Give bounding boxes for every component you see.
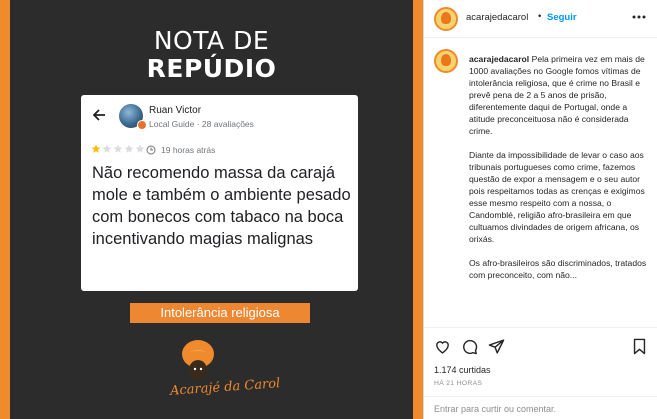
profile-avatar[interactable] <box>434 7 458 31</box>
comment-icon[interactable] <box>461 338 478 355</box>
reviewer-avatar <box>119 104 147 130</box>
follow-button[interactable]: Seguir <box>547 12 577 23</box>
post-date: HÁ 21 HORAS <box>434 380 483 387</box>
caption-username[interactable]: acarajedacarol <box>469 54 529 64</box>
share-icon[interactable] <box>488 338 505 355</box>
caption-paragraph-2: Diante da impossibilidade de levar o cas… <box>469 150 645 244</box>
profile-username[interactable]: acarajedacarol <box>466 12 528 23</box>
bookmark-icon[interactable] <box>631 338 648 355</box>
clock-icon <box>146 145 156 155</box>
star-empty-icon <box>102 144 112 153</box>
caption-area: acarajedacarol Pela primeira vez em mais… <box>424 39 657 326</box>
heart-icon[interactable] <box>434 338 451 355</box>
caption: acarajedacarol Pela primeira vez em mais… <box>469 53 653 293</box>
back-arrow-icon <box>92 109 105 121</box>
review-text: Não recomendo massa da carajá mole e tam… <box>92 164 351 248</box>
local-guide-badge-icon <box>137 120 147 130</box>
likes-count[interactable]: 1.174 curtidas <box>434 365 491 375</box>
star-empty-icon <box>113 144 123 153</box>
headline-line-1: NOTA DE <box>153 26 270 55</box>
more-horizontal-icon[interactable] <box>631 12 647 22</box>
review-card: Ruan Victor Local Guide · 28 avaliações … <box>81 95 358 291</box>
star-empty-icon <box>124 144 134 153</box>
post-header: acarajedacarol • Seguir <box>424 0 657 38</box>
intolerance-label: Intolerância religiosa <box>130 303 310 323</box>
caption-avatar[interactable] <box>434 49 458 73</box>
star-rating <box>91 144 145 154</box>
headline-line-2: REPÚDIO <box>146 54 277 83</box>
comment-input[interactable] <box>434 401 648 417</box>
caption-text-1: Pela primeira vez em mais de 1000 avalia… <box>469 54 645 136</box>
star-filled-icon <box>91 144 101 153</box>
header-separator: • <box>538 11 542 22</box>
review-time: 19 horas atrás <box>161 145 216 155</box>
post-image[interactable]: NOTA DE REPÚDIO Ruan Victor Local Guide … <box>0 0 423 419</box>
reviewer-meta: Local Guide · 28 avaliações <box>149 119 254 129</box>
caption-paragraph-1: acarajedacarol Pela primeira vez em mais… <box>469 53 653 137</box>
action-bar <box>424 327 657 361</box>
reviewer-name: Ruan Victor <box>149 105 202 116</box>
comment-bar <box>424 396 657 419</box>
caption-paragraph-3: Os afro-brasileiros são discriminados, t… <box>469 258 647 280</box>
star-empty-icon <box>135 144 145 153</box>
post-side-panel: acarajedacarol • Seguir acarajedacarol P… <box>423 0 657 419</box>
